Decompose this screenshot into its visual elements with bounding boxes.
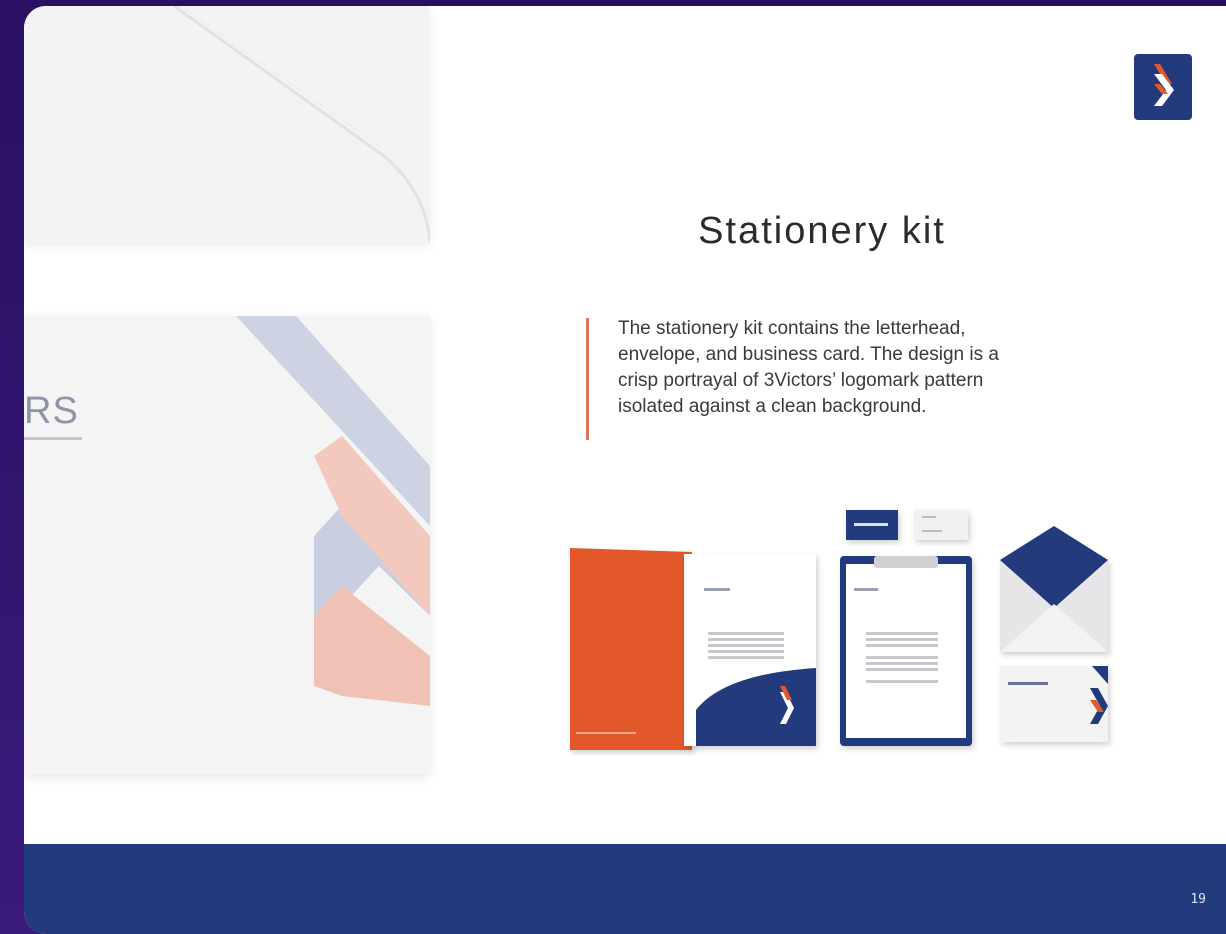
accent-rule <box>586 318 589 440</box>
envelopes-graphic <box>1000 526 1108 742</box>
page-title: Stationery kit <box>698 210 946 252</box>
description-line: envelope, and business card. The design … <box>618 344 999 365</box>
presentation-folder-graphic <box>570 548 816 750</box>
slide: RS Stationery kit The stationery kit con… <box>24 6 1226 934</box>
letterhead-mockup-crop: RS <box>24 316 430 774</box>
description-text: The stationery kit contains the letterhe… <box>618 316 1098 420</box>
description-line: The stationery kit contains the letterhe… <box>618 318 966 339</box>
logomark-pattern-graphic <box>236 316 430 706</box>
clipboard-letterhead-graphic <box>840 556 972 746</box>
envelope-mockup-crop <box>24 6 432 243</box>
description-line: isolated against a clean background. <box>618 396 927 417</box>
stationery-mockup-image <box>524 496 1144 756</box>
page-number: 19 <box>1190 892 1206 907</box>
footer-band: 19 <box>24 844 1226 934</box>
envelope-flap-graphic <box>173 6 432 243</box>
chevron-logomark-icon <box>1134 54 1192 120</box>
business-cards-graphic <box>846 510 968 540</box>
description-line: crisp portrayal of 3Victors’ logomark pa… <box>618 370 984 391</box>
